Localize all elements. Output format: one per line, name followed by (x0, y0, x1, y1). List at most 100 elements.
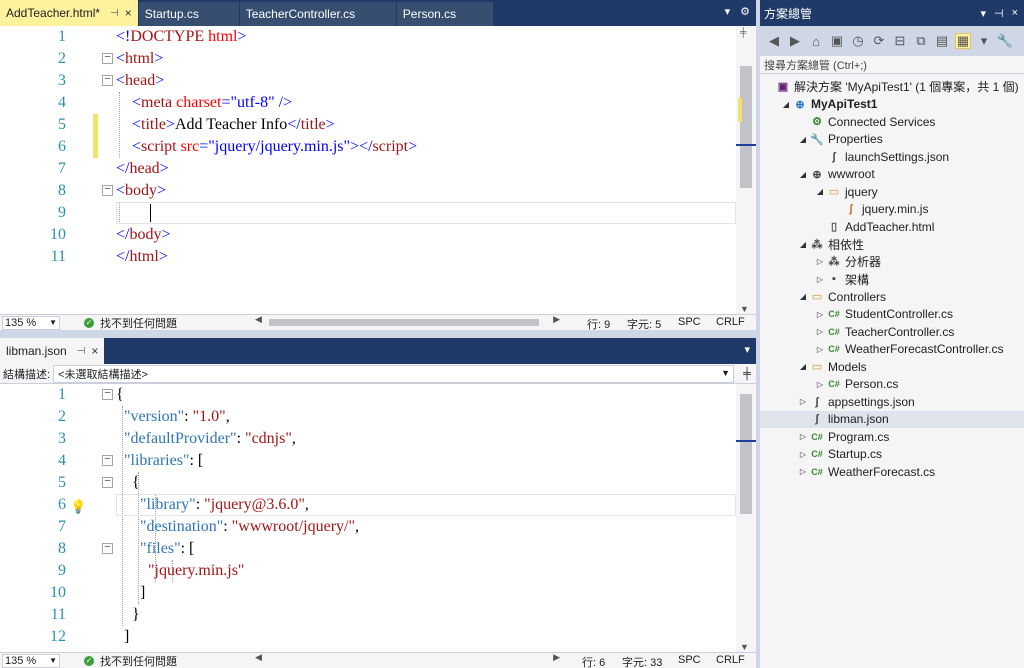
line-indicator[interactable]: 行: 6 (582, 654, 605, 668)
tree-item[interactable]: ◢ ⊕ MyApiTest1 (760, 96, 1024, 114)
scroll-down-icon[interactable]: ▼ (740, 642, 749, 652)
vs-icon[interactable]: ▣ (829, 33, 845, 49)
collapse-arrow-icon[interactable]: ◢ (798, 135, 808, 144)
tab-teachercontroller-cs[interactable]: TeacherController.cs (239, 2, 396, 26)
tree-item[interactable]: ▯ AddTeacher.html (760, 218, 1024, 236)
column-indicator[interactable]: 字元: 33 (622, 654, 662, 668)
horizontal-scrollbar[interactable]: ◀ ▶ (255, 652, 560, 666)
spacing-indicator[interactable]: SPC (678, 654, 701, 666)
tree-item[interactable]: ▷ C# WeatherForecast.cs (760, 463, 1024, 481)
horizontal-scrollbar[interactable]: ◀ ▶ (255, 314, 560, 328)
close-icon[interactable]: × (125, 6, 132, 20)
tree-item[interactable]: ⚙ Connected Services (760, 113, 1024, 131)
tree-item[interactable]: ▷ ʃ appsettings.json (760, 393, 1024, 411)
issues-indicator[interactable]: ✓ 找不到任何問題 (84, 315, 177, 331)
spacing-indicator[interactable]: SPC (678, 316, 701, 328)
tab-startup-cs[interactable]: Startup.cs (138, 2, 239, 26)
search-solution-input[interactable]: 搜尋方案總管 (Ctrl+;) (760, 56, 1024, 74)
tab-person-cs[interactable]: Person.cs (396, 2, 493, 26)
tree-item[interactable]: ʃ launchSettings.json (760, 148, 1024, 166)
fold-toggle-icon[interactable]: − (102, 543, 113, 554)
scrollbar-thumb[interactable] (740, 394, 752, 514)
hscroll-thumb[interactable] (269, 319, 539, 326)
fold-toggle-icon[interactable]: − (102, 477, 113, 488)
tab-addteacher-html[interactable]: AddTeacher.html* ⊣ × (0, 0, 138, 26)
scroll-right-icon[interactable]: ▶ (553, 652, 560, 663)
pin-icon[interactable]: ⊣ (77, 346, 86, 357)
tree-item[interactable]: ◢ ⁂ 相依性 (760, 236, 1024, 254)
tree-item[interactable]: ▷ C# TeacherController.cs (760, 323, 1024, 341)
tree-item[interactable]: ▷ C# StudentController.cs (760, 306, 1024, 324)
line-indicator[interactable]: 行: 9 (587, 316, 610, 330)
expand-arrow-icon[interactable]: ▷ (798, 450, 808, 459)
code-editor-json[interactable]: 1−{2 "version": "1.0", 3 "defaultProvider… (0, 384, 736, 652)
back-icon[interactable]: ◀ (766, 33, 782, 49)
collapse-arrow-icon[interactable]: ◢ (781, 100, 791, 109)
vertical-scrollbar[interactable]: ▼ (736, 384, 756, 652)
collapse-arrow-icon[interactable]: ◢ (798, 292, 808, 301)
tree-item[interactable]: ◢ 🔧 Properties (760, 131, 1024, 149)
expand-arrow-icon[interactable]: ▷ (798, 397, 808, 406)
forward-icon[interactable]: ▶ (787, 33, 803, 49)
tree-item[interactable]: ◢ ▭ jquery (760, 183, 1024, 201)
pin-icon[interactable]: ⊣ (994, 7, 1004, 20)
properties-icon[interactable]: ▤ (934, 33, 950, 49)
tree-item[interactable]: ʃ libman.json (760, 410, 1024, 428)
fold-toggle-icon[interactable]: − (102, 185, 113, 196)
issues-indicator[interactable]: ✓ 找不到任何問題 (84, 653, 177, 668)
tree-item[interactable]: ▷ C# Person.cs (760, 376, 1024, 394)
collapse-arrow-icon[interactable]: ◢ (798, 362, 808, 371)
dropdown-icon[interactable]: ▾ (976, 33, 992, 49)
vertical-scrollbar[interactable]: ╪ ▼ (736, 26, 756, 314)
home-icon[interactable]: ⌂ (808, 33, 824, 49)
wrench-icon[interactable]: 🔧 (997, 33, 1013, 49)
show-all-icon[interactable]: ▦ (955, 33, 971, 49)
collapse-arrow-icon[interactable]: ◢ (798, 170, 808, 179)
tree-item[interactable]: ʃ jquery.min.js (760, 201, 1024, 219)
zoom-combo[interactable]: 135 % ▼ (2, 653, 60, 668)
split-icon[interactable]: ╪ (738, 368, 756, 380)
tree-item[interactable]: ◢ ⊕ wwwroot (760, 166, 1024, 184)
scroll-down-icon[interactable]: ▼ (740, 304, 749, 314)
editor-splitter[interactable] (0, 330, 756, 338)
tree-item[interactable]: ◢ ▭ Models (760, 358, 1024, 376)
expand-arrow-icon[interactable]: ▷ (815, 257, 825, 266)
line-ending-indicator[interactable]: CRLF (716, 316, 745, 328)
pin-icon[interactable]: ⊣ (110, 8, 119, 19)
expand-arrow-icon[interactable]: ▷ (815, 345, 825, 354)
sync-icon[interactable]: ⟳ (871, 33, 887, 49)
split-icon[interactable]: ╪ (740, 27, 746, 37)
expand-arrow-icon[interactable]: ▷ (815, 310, 825, 319)
code-editor-html[interactable]: 1 <!DOCTYPE html> 2− <html> 3− <head> 4 <meta … (0, 26, 736, 314)
tab-libman-json[interactable]: libman.json ⊣ × (0, 338, 105, 364)
line-ending-indicator[interactable]: CRLF (716, 654, 745, 666)
expand-arrow-icon[interactable]: ▷ (798, 432, 808, 441)
schema-dropdown[interactable]: <未選取結構描述> ▼ (53, 364, 734, 383)
expand-arrow-icon[interactable]: ▷ (798, 467, 808, 476)
scroll-left-icon[interactable]: ◀ (255, 314, 262, 325)
fold-toggle-icon[interactable]: − (102, 455, 113, 466)
copy-icon[interactable]: ⧉ (913, 33, 929, 49)
collapse-icon[interactable]: ⊟ (892, 33, 908, 49)
collapse-arrow-icon[interactable]: ◢ (815, 187, 825, 196)
settings-icon[interactable]: ⚙ (740, 5, 750, 18)
zoom-combo[interactable]: 135 % ▼ (2, 315, 60, 330)
fold-toggle-icon[interactable]: − (102, 389, 113, 400)
pending-changes-icon[interactable]: ◷ (850, 33, 866, 49)
scrollbar-thumb[interactable] (740, 66, 752, 188)
tree-item[interactable]: ▷ ▪ 架構 (760, 271, 1024, 289)
tree-item[interactable]: ▷ C# WeatherForecastController.cs (760, 341, 1024, 359)
collapse-arrow-icon[interactable]: ◢ (798, 240, 808, 249)
close-icon[interactable]: × (1012, 7, 1018, 20)
tree-item[interactable]: ◢ ▭ Controllers (760, 288, 1024, 306)
tree-item[interactable]: ▣ 解決方案 'MyApiTest1' (1 個專案，共 1 個) (760, 78, 1024, 96)
close-icon[interactable]: × (91, 344, 98, 358)
window-menu-icon[interactable]: ▾ (980, 7, 986, 20)
expand-arrow-icon[interactable]: ▷ (815, 327, 825, 336)
tab-list-dropdown-icon[interactable]: ▾ (744, 343, 750, 356)
fold-toggle-icon[interactable]: − (102, 53, 113, 64)
tree-item[interactable]: ▷ ⁂ 分析器 (760, 253, 1024, 271)
tab-list-dropdown-icon[interactable]: ▾ (725, 5, 731, 18)
lightbulb-icon[interactable]: 💡 (70, 497, 86, 515)
scroll-right-icon[interactable]: ▶ (553, 314, 560, 325)
